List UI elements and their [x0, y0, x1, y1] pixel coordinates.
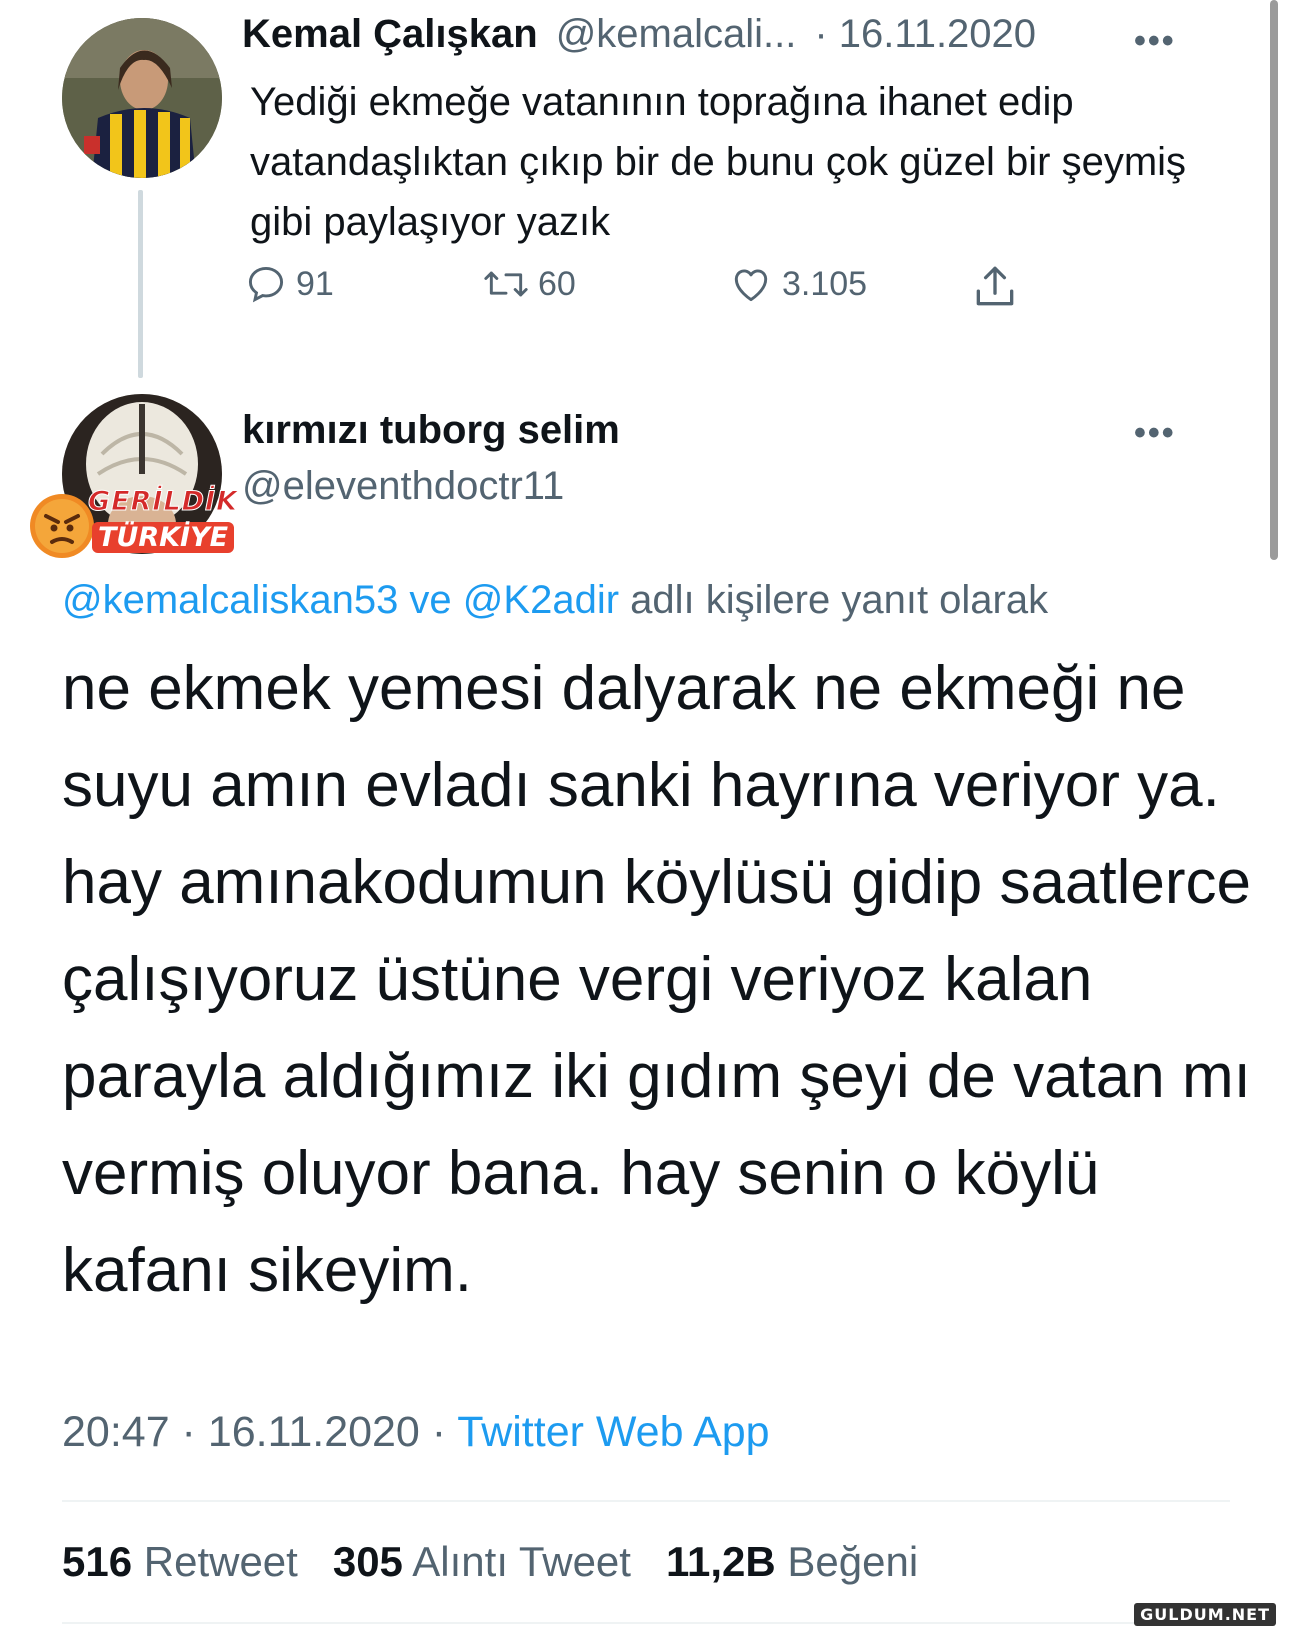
reply-count: 91	[296, 264, 334, 303]
like-count: 3.105	[782, 264, 868, 303]
like-button[interactable]: 3.105	[728, 262, 867, 306]
tweet-source-link[interactable]: Twitter Web App	[457, 1408, 769, 1456]
tweet1-header: Kemal Çalışkan @kemalcali... · 16.11.202…	[242, 12, 1036, 57]
share-button[interactable]	[970, 262, 1028, 312]
retweet-count: 60	[538, 264, 576, 303]
reply-joiner: ve	[398, 578, 463, 622]
like-total: 11,2B	[665, 1538, 776, 1585]
retweet-icon	[484, 271, 528, 297]
tweet-date[interactable]: · 16.11.2020	[814, 12, 1036, 57]
more-options-icon[interactable]: •••	[1134, 22, 1176, 61]
quote-total: 305	[332, 1538, 403, 1585]
badge-line2: TÜRKİYE	[92, 522, 235, 553]
tweet-date[interactable]: 16.11.2020	[208, 1408, 420, 1456]
share-icon	[976, 266, 1014, 306]
divider	[62, 1622, 1230, 1624]
like-stat[interactable]: 11,2B Beğeni	[666, 1538, 918, 1585]
tweet-actions: 91 60 3.105	[244, 262, 1044, 322]
heart-icon	[734, 269, 768, 302]
reply-button[interactable]: 91	[244, 262, 334, 306]
avatar[interactable]	[62, 18, 222, 178]
tweet-time[interactable]: 20:47	[62, 1408, 170, 1456]
meta-separator: ·	[169, 1408, 208, 1456]
retweet-label: Retweet	[143, 1538, 298, 1585]
thread-line	[138, 190, 143, 378]
scrollbar[interactable]	[1270, 0, 1278, 560]
like-label: Beğeni	[787, 1538, 919, 1585]
retweet-total: 516	[62, 1538, 133, 1585]
retweet-stat[interactable]: 516 Retweet	[62, 1538, 298, 1585]
author-handle[interactable]: @kemalcali...	[556, 12, 797, 57]
quote-stat[interactable]: 305 Alıntı Tweet	[333, 1538, 631, 1585]
more-options-icon[interactable]: •••	[1134, 414, 1176, 453]
watermark: GULDUM.NET	[1134, 1603, 1276, 1626]
reply-suffix: adlı kişilere yanıt olarak	[619, 578, 1049, 622]
avatar-photo	[62, 18, 222, 178]
replying-to: @kemalcaliskan53 ve @K2adir adlı kişiler…	[62, 578, 1048, 623]
meta-separator: ·	[419, 1408, 458, 1456]
author-name[interactable]: kırmızı tuborg selim	[242, 408, 620, 453]
reply-icon	[248, 266, 284, 303]
tweet-text: Yediği ekmeğe vatanının toprağına ihanet…	[250, 80, 1187, 244]
tweet-meta: 20:47 · 16.11.2020 · Twitter Web App	[62, 1408, 770, 1457]
overlay-badge: GERİLDİK TÜRKİYE	[26, 486, 246, 576]
author-handle[interactable]: @eleventhdoctr11	[242, 464, 564, 509]
reply-mention-link[interactable]: @K2adir	[463, 578, 619, 622]
quote-label: Alıntı Tweet	[412, 1538, 631, 1585]
divider	[62, 1500, 1230, 1502]
reply-mention-link[interactable]: @kemalcaliskan53	[62, 578, 398, 622]
tweet-stats: 516 Retweet 305 Alıntı Tweet 11,2B Beğen…	[62, 1538, 918, 1586]
badge-line1: GERİLDİK	[87, 486, 239, 518]
retweet-button[interactable]: 60	[482, 262, 576, 306]
tweet-text: ne ekmek yemesi dalyarak ne ekmeği ne su…	[62, 654, 1252, 1305]
author-name[interactable]: Kemal Çalışkan	[242, 12, 538, 57]
